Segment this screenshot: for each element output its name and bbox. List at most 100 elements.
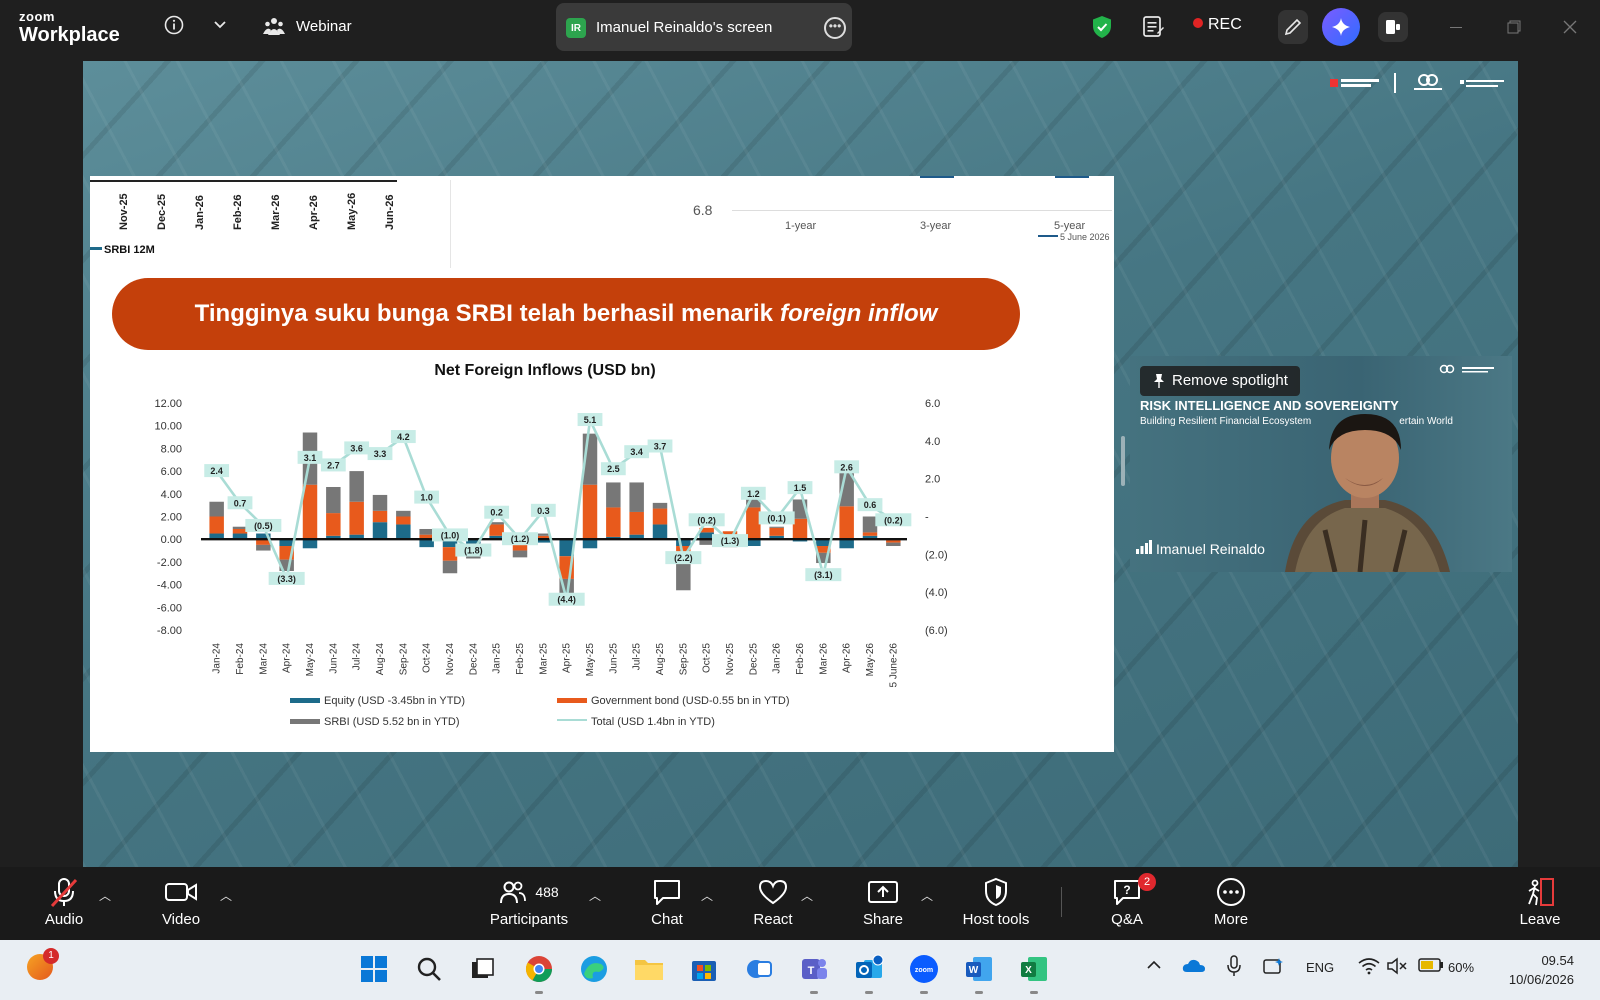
excel-icon[interactable]: X: [1017, 952, 1051, 994]
battery-icon[interactable]: [1418, 957, 1444, 976]
x-axis-tick-label: Apr-26: [842, 643, 853, 673]
close-icon[interactable]: [1560, 17, 1580, 37]
word-icon[interactable]: W: [962, 952, 996, 994]
transcript-icon[interactable]: [1140, 14, 1166, 40]
host-tools-button[interactable]: Host tools: [954, 875, 1038, 928]
maximize-icon[interactable]: [1504, 17, 1524, 37]
chat-caret-icon[interactable]: ︿: [701, 887, 713, 904]
info-icon[interactable]: [162, 13, 186, 37]
minimize-icon[interactable]: [1446, 17, 1466, 37]
x-axis-tick-label: Nov-24: [445, 643, 456, 676]
search-icon[interactable]: [412, 952, 446, 986]
tray-overflow-icon[interactable]: [1146, 958, 1162, 975]
equity-bar: [372, 522, 388, 540]
capture-tray-icon[interactable]: [1262, 956, 1284, 979]
task-view-icon[interactable]: [466, 952, 500, 986]
right-axis-tick-label: (2.0): [925, 549, 948, 561]
volume-muted-icon[interactable]: [1386, 957, 1408, 978]
zoom-taskbar-icon[interactable]: zoom: [907, 952, 941, 994]
top-bar: zoom Workplace Webinar IR Imanuel Reinal…: [0, 0, 1600, 56]
legend-swatch-srbi: [290, 719, 320, 724]
react-caret-icon[interactable]: ︿: [801, 887, 813, 904]
share-indicator[interactable]: IR Imanuel Reinaldo's screen •••: [556, 3, 852, 51]
chevron-down-icon[interactable]: [210, 14, 230, 36]
x-axis-tick-label: May-25: [585, 643, 596, 677]
svg-text:?: ?: [1123, 883, 1130, 897]
ai-companion-icon[interactable]: [1322, 8, 1360, 46]
participants-label: Participants: [489, 911, 569, 928]
x-axis-tick-label: Sep-24: [398, 643, 409, 676]
windows-taskbar: 1 T zoom W X ENG 60% 09.54 10/06/2026: [0, 940, 1600, 1000]
leave-button[interactable]: Leave: [1518, 875, 1562, 928]
srbi-bar: [606, 482, 621, 508]
svg-text:X: X: [1025, 965, 1032, 976]
x-axis-tick-label: Feb-24: [235, 643, 246, 675]
right-axis-tick-label: (4.0): [925, 587, 948, 599]
signal-strength-icon: [1136, 540, 1152, 557]
svg-text:zoom: zoom: [915, 967, 933, 974]
left-axis-tick-label: 4.00: [161, 489, 182, 501]
left-axis-tick-label: 6.00: [161, 466, 182, 478]
outlook-icon[interactable]: [852, 952, 886, 994]
heart-icon: [750, 875, 796, 909]
security-shield-icon[interactable]: [1090, 14, 1114, 40]
more-button[interactable]: More: [1210, 875, 1252, 928]
chrome-icon[interactable]: [522, 952, 556, 994]
remove-spotlight-button[interactable]: Remove spotlight: [1140, 366, 1300, 396]
govbond-bar: [886, 540, 901, 543]
microphone-tray-icon[interactable]: [1226, 955, 1242, 980]
audio-options-caret-icon[interactable]: ︿: [99, 887, 111, 904]
srbi-bar: [419, 528, 434, 535]
file-explorer-icon[interactable]: [632, 952, 666, 986]
srbi-bar: [769, 526, 784, 528]
qa-button[interactable]: ? 2 Q&A: [1106, 873, 1156, 928]
total-data-label: 0.7: [234, 498, 247, 508]
left-axis-tick-label: 12.00: [154, 398, 182, 410]
govbond-bar: [349, 501, 364, 535]
host-tools-label: Host tools: [962, 911, 1030, 928]
x-axis-tick-label: Apr-24: [282, 643, 293, 673]
total-data-label: (3.3): [277, 574, 296, 584]
partner-logo-icon: [1460, 80, 1504, 87]
legend-label-total: Total (USD 1.4bn in YTD): [591, 716, 715, 728]
more-options-icon[interactable]: •••: [824, 17, 846, 39]
left-axis-tick-label: 10.00: [154, 421, 182, 433]
equity-bar: [582, 539, 598, 549]
notification-app-icon[interactable]: 1: [27, 948, 59, 980]
panel-resize-handle[interactable]: [1121, 436, 1125, 486]
annotate-pen-icon[interactable]: [1278, 10, 1308, 44]
total-data-label: 2.4: [210, 466, 223, 476]
wifi-icon[interactable]: [1358, 957, 1380, 978]
teams-icon[interactable]: T: [797, 952, 831, 994]
right-axis-tick-label: 4.0: [925, 436, 940, 448]
react-button[interactable]: React: [750, 875, 796, 928]
srbi-bar: [862, 516, 878, 533]
share-button[interactable]: Share: [860, 875, 906, 928]
language-indicator[interactable]: ENG: [1306, 960, 1334, 975]
speaker-video-tile[interactable]: RISK INTELLIGENCE AND SOVEREIGNTY Buildi…: [1130, 356, 1512, 572]
recording-indicator[interactable]: REC: [1193, 16, 1242, 34]
windows-start-icon[interactable]: [357, 952, 391, 986]
left-axis-tick-label: -6.00: [157, 602, 182, 614]
indonesiare-logo-icon: [1414, 74, 1442, 90]
x-axis-tick-label: Oct-25: [702, 643, 713, 673]
govbond-bar: [232, 528, 248, 534]
video-button[interactable]: Video: [152, 875, 210, 928]
chat-button[interactable]: Chat: [646, 875, 688, 928]
legend-swatch-govbond: [557, 698, 587, 703]
onedrive-icon[interactable]: [1182, 958, 1206, 977]
video-options-caret-icon[interactable]: ︿: [220, 887, 232, 904]
microsoft-store-icon[interactable]: [687, 952, 721, 986]
system-clock[interactable]: 09.54 10/06/2026: [1476, 951, 1574, 989]
audio-button[interactable]: Audio: [36, 875, 92, 928]
participants-button[interactable]: 488 Participants: [484, 875, 574, 928]
copilot-app-icon[interactable]: [742, 952, 776, 986]
edge-icon[interactable]: [577, 952, 611, 986]
share-caret-icon[interactable]: ︿: [921, 887, 933, 904]
x-axis-tick-label: Feb-26: [795, 643, 806, 675]
legend-swatch-total: [557, 719, 587, 721]
apps-panel-icon[interactable]: [1378, 12, 1408, 42]
equity-bar: [302, 539, 318, 549]
webinar-label: Webinar: [296, 18, 352, 35]
participants-caret-icon[interactable]: ︿: [589, 887, 601, 904]
